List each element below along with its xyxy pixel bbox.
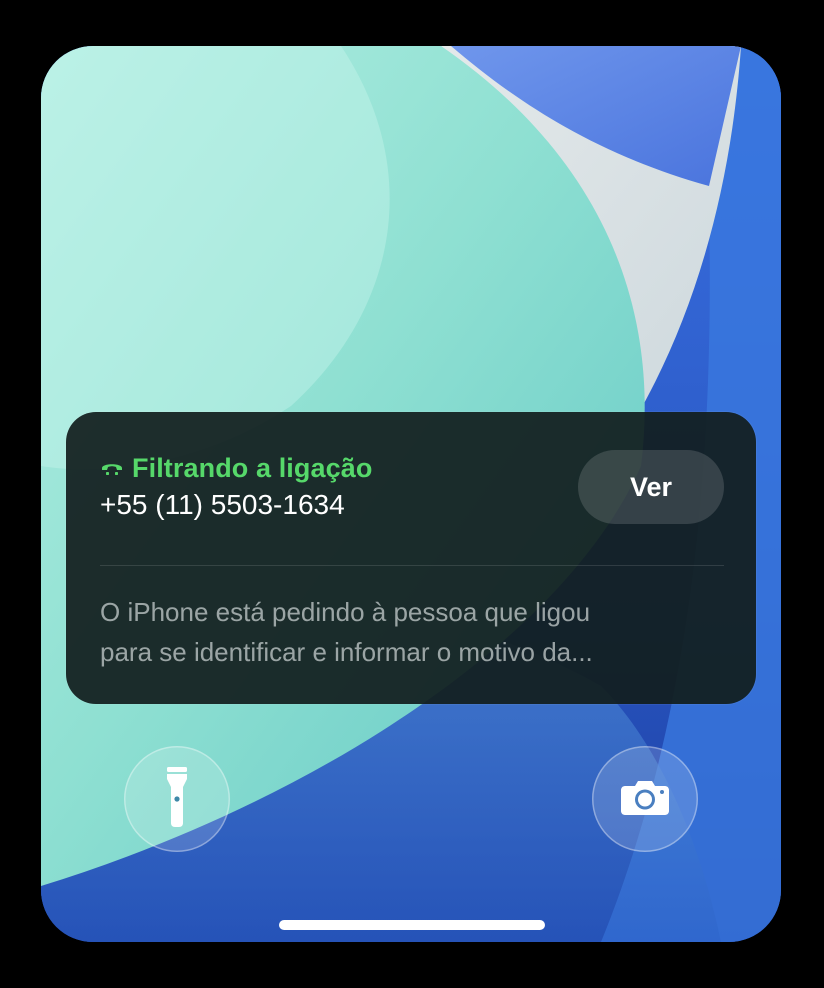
phone-receiver-icon [100,459,124,477]
notification-body-line: para se identificar e informar o motivo … [100,637,593,667]
caller-number: +55 (11) 5503-1634 [100,489,345,520]
notification-divider [100,565,724,566]
home-indicator[interactable] [279,920,545,930]
call-screening-notification[interactable]: Filtrando a ligação +55 (11) 5503-1634 V… [66,412,756,704]
camera-icon [621,779,669,820]
notification-header: Filtrando a ligação [100,452,372,484]
flashlight-button[interactable] [124,746,230,852]
lock-screen: Filtrando a ligação +55 (11) 5503-1634 V… [41,46,781,942]
view-button[interactable]: Ver [578,450,724,524]
flashlight-icon [166,766,188,832]
camera-button[interactable] [592,746,698,852]
notification-title: Filtrando a ligação [132,452,373,483]
notification-body: O iPhone está pedindo à pessoa que ligou… [100,592,730,672]
notification-body-line: O iPhone está pedindo à pessoa que ligou [100,597,591,627]
